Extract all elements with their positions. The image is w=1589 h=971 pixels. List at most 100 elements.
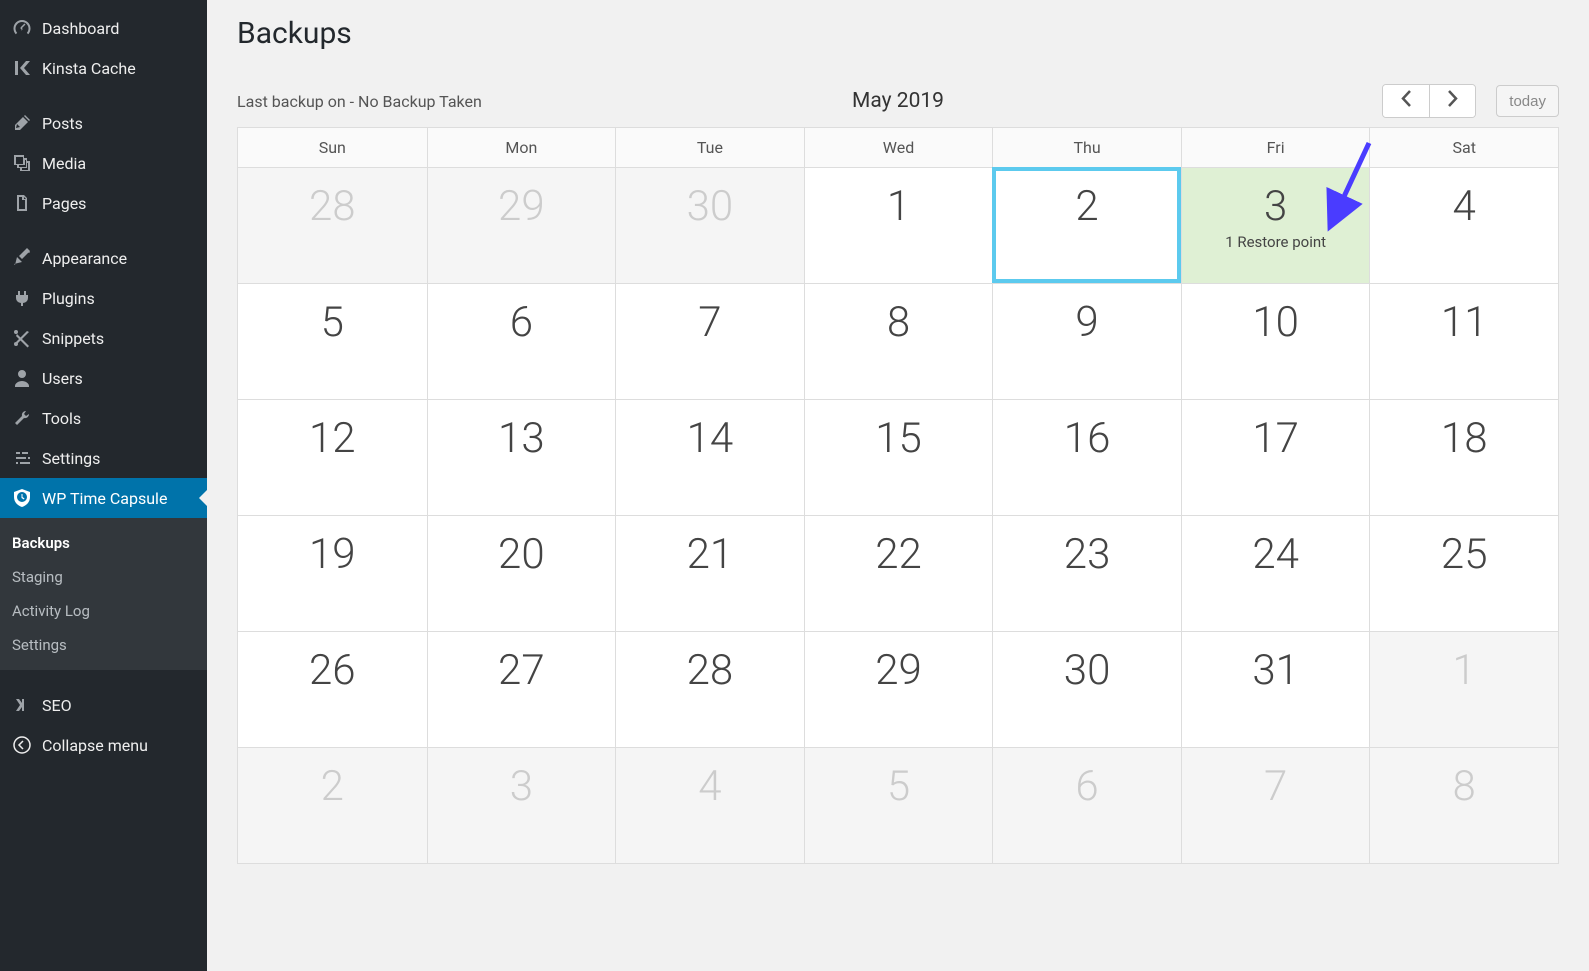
dashboard-icon — [12, 18, 32, 38]
sidebar-item-label: Appearance — [42, 249, 127, 268]
day-number: 3 — [1182, 182, 1370, 231]
calendar-day-cell[interactable]: 27 — [427, 631, 616, 747]
day-number: 8 — [1370, 762, 1558, 811]
calendar-day-cell[interactable]: 26 — [238, 631, 427, 747]
sidebar-item-snippets[interactable]: Snippets — [0, 318, 207, 358]
sidebar-item-label: Kinsta Cache — [42, 59, 136, 78]
day-number: 11 — [1370, 298, 1558, 347]
calendar-day-cell[interactable]: 30 — [615, 167, 804, 283]
sidebar-item-plugins[interactable]: Plugins — [0, 278, 207, 318]
submenu-item-settings[interactable]: Settings — [0, 628, 207, 662]
calendar-day-cell[interactable]: 11 — [1369, 283, 1558, 399]
submenu-item-staging[interactable]: Staging — [0, 560, 207, 594]
calendar-day-cell[interactable]: 13 — [427, 399, 616, 515]
calendar-day-cell[interactable]: 24 — [1181, 515, 1370, 631]
sidebar-item-collapse-menu[interactable]: Collapse menu — [0, 725, 207, 765]
calendar-day-cell[interactable]: 30 — [992, 631, 1181, 747]
sidebar-item-posts[interactable]: Posts — [0, 103, 207, 143]
sidebar-item-pages[interactable]: Pages — [0, 183, 207, 223]
day-number: 12 — [238, 414, 427, 463]
calendar-day-cell[interactable]: 5 — [238, 283, 427, 399]
sidebar-item-kinsta-cache[interactable]: Kinsta Cache — [0, 48, 207, 88]
calendar-day-cell[interactable]: 4 — [1369, 167, 1558, 283]
calendar-day-cell[interactable]: 17 — [1181, 399, 1370, 515]
day-number: 30 — [616, 182, 804, 231]
calendar-day-cell[interactable]: 2 — [238, 747, 427, 863]
submenu-item-backups[interactable]: Backups — [0, 526, 207, 560]
calendar-day-cell[interactable]: 31 — [1181, 631, 1370, 747]
calendar-day-cell[interactable]: 8 — [1369, 747, 1558, 863]
sidebar-item-users[interactable]: Users — [0, 358, 207, 398]
calendar-day-cell[interactable]: 18 — [1369, 399, 1558, 515]
calendar-day-cell[interactable]: 7 — [615, 283, 804, 399]
day-number: 14 — [616, 414, 804, 463]
calendar-day-cell[interactable]: 28 — [615, 631, 804, 747]
day-number: 15 — [805, 414, 993, 463]
calendar-day-cell[interactable]: 6 — [427, 283, 616, 399]
sidebar-item-tools[interactable]: Tools — [0, 398, 207, 438]
calendar-day-cell[interactable]: 22 — [804, 515, 993, 631]
calendar-day-cell[interactable]: 9 — [992, 283, 1181, 399]
calendar-day-cell[interactable]: 15 — [804, 399, 993, 515]
next-month-button[interactable] — [1429, 85, 1475, 117]
collapse-icon — [12, 735, 32, 755]
day-number: 16 — [993, 414, 1181, 463]
calendar-nav: today — [1382, 84, 1559, 118]
calendar-day-cell[interactable]: 20 — [427, 515, 616, 631]
calendar-day-cell[interactable]: 10 — [1181, 283, 1370, 399]
submenu-item-activity-log[interactable]: Activity Log — [0, 594, 207, 628]
calendar-day-cell[interactable]: 25 — [1369, 515, 1558, 631]
weekday-header: Tue — [615, 128, 804, 167]
day-number: 5 — [805, 762, 993, 811]
nav-btn-group — [1382, 84, 1476, 118]
calendar-day-cell[interactable]: 28 — [238, 167, 427, 283]
today-button[interactable]: today — [1496, 85, 1559, 117]
calendar-day-cell[interactable]: 8 — [804, 283, 993, 399]
calendar-day-cell[interactable]: 4 — [615, 747, 804, 863]
calendar-day-cell[interactable]: 6 — [992, 747, 1181, 863]
plugins-icon — [12, 288, 32, 308]
sidebar-item-appearance[interactable]: Appearance — [0, 238, 207, 278]
calendar-day-cell[interactable]: 2 — [992, 167, 1181, 283]
calendar-day-cell[interactable]: 21 — [615, 515, 804, 631]
day-number: 19 — [238, 530, 427, 579]
calendar-day-cell[interactable]: 5 — [804, 747, 993, 863]
day-number: 9 — [993, 298, 1181, 347]
calendar-day-cell[interactable]: 23 — [992, 515, 1181, 631]
day-number: 28 — [616, 646, 804, 695]
sidebar-item-settings[interactable]: Settings — [0, 438, 207, 478]
day-number: 18 — [1370, 414, 1558, 463]
sidebar-item-media[interactable]: Media — [0, 143, 207, 183]
tools-icon — [12, 408, 32, 428]
calendar-day-cell[interactable]: 12 — [238, 399, 427, 515]
day-number: 31 — [1182, 646, 1370, 695]
wptc-icon — [12, 488, 32, 508]
kinsta-icon — [12, 58, 32, 78]
day-number: 28 — [238, 182, 427, 231]
sidebar-item-label: Media — [42, 154, 86, 173]
calendar-day-cell[interactable]: 14 — [615, 399, 804, 515]
posts-icon — [12, 113, 32, 133]
day-number: 23 — [993, 530, 1181, 579]
day-number: 6 — [993, 762, 1181, 811]
calendar-day-cell[interactable]: 29 — [804, 631, 993, 747]
calendar-day-cell[interactable]: 1 — [804, 167, 993, 283]
day-number: 4 — [1370, 182, 1558, 231]
calendar-day-cell[interactable]: 7 — [1181, 747, 1370, 863]
prev-month-button[interactable] — [1383, 85, 1429, 117]
seo-icon — [12, 695, 32, 715]
month-year-label: May 2019 — [852, 89, 944, 113]
calendar-day-cell[interactable]: 19 — [238, 515, 427, 631]
calendar-day-cell[interactable]: 31 Restore point — [1181, 167, 1370, 283]
calendar-day-cell[interactable]: 1 — [1369, 631, 1558, 747]
day-number: 7 — [1182, 762, 1370, 811]
calendar-day-cell[interactable]: 29 — [427, 167, 616, 283]
calendar-day-cell[interactable]: 16 — [992, 399, 1181, 515]
sidebar-item-label: Snippets — [42, 329, 104, 348]
sidebar-item-seo[interactable]: SEO — [0, 685, 207, 725]
day-number: 24 — [1182, 530, 1370, 579]
calendar-day-cell[interactable]: 3 — [427, 747, 616, 863]
sidebar-item-dashboard[interactable]: Dashboard — [0, 8, 207, 48]
sidebar-item-label: Settings — [42, 449, 100, 468]
sidebar-item-wp-time-capsule[interactable]: WP Time Capsule — [0, 478, 207, 518]
